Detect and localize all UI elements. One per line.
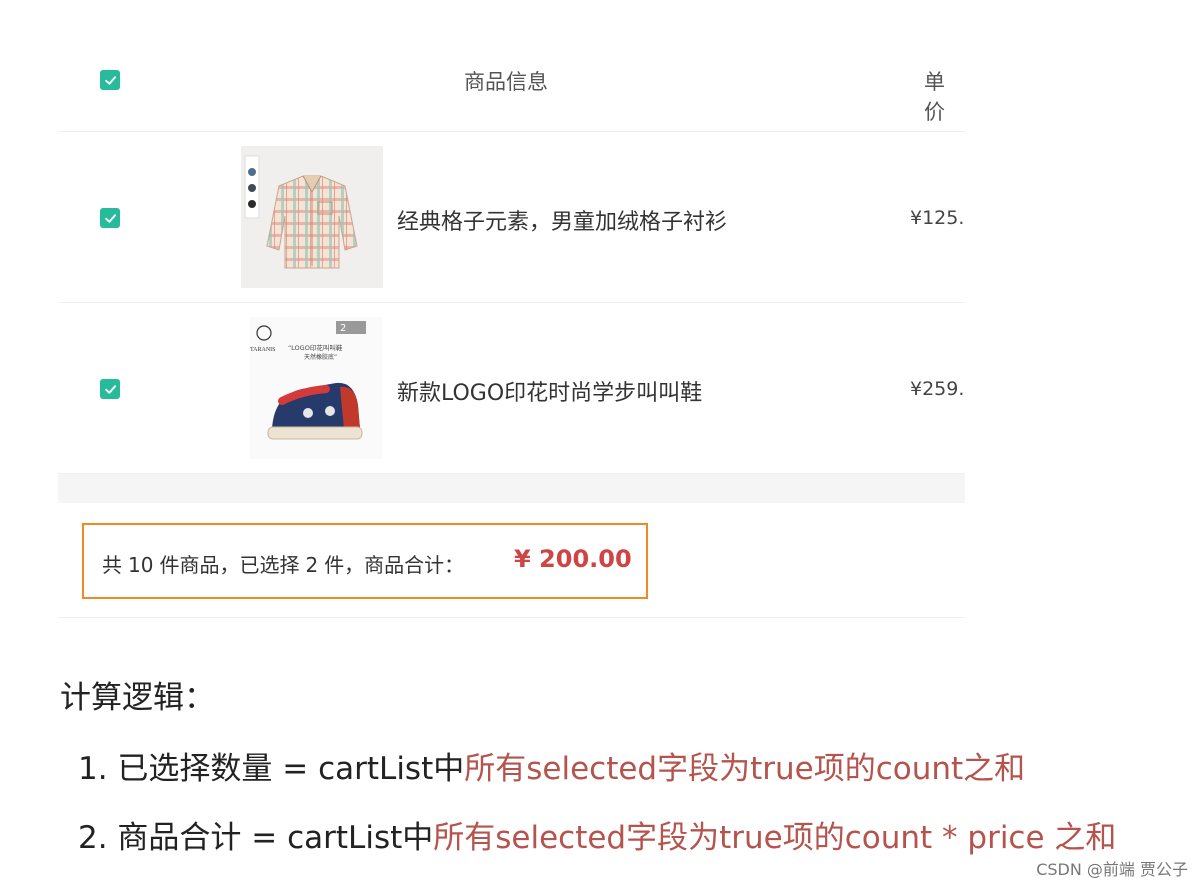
section-divider [58,474,965,503]
column-header-product-info: 商品信息 [464,70,548,94]
logic-item-2: 2. 商品合计 = cartList中所有selected字段为true项的co… [78,812,1116,857]
product-price: ¥125.( [910,207,965,229]
summary-mid-2: 件，商品合计： [324,553,465,577]
cart-header-row: 商品信息 单价 [58,30,965,132]
selected-count: 2 [305,553,319,577]
summary-mid-1: 件商品，已选择 [159,553,300,577]
slogan-text-1: “LOGO印花叫叫鞋 [288,343,343,352]
summary-text: 共 10 件商品，已选择 2 件，商品合计： [102,549,464,578]
logic-item-2-highlight: 所有selected字段为true项的count * price 之和 [433,820,1117,856]
total-count: 10 [128,553,154,577]
total-price: ¥ 200.00 [514,545,632,573]
product-image-kids-sneaker[interactable]: TARANIS 2 “LOGO印花叫叫鞋 天然橡胶底” [250,317,382,459]
column-header-price: 单价 [924,70,945,124]
check-icon [104,384,116,394]
product-image-plaid-shirt[interactable] [241,146,383,288]
cart-item-row: TARANIS 2 “LOGO印花叫叫鞋 天然橡胶底” 新款LOGO印花时尚学步… [58,303,965,474]
product-price: ¥259.( [910,378,965,400]
summary-prefix: 共 [102,553,122,577]
check-icon [104,75,116,85]
logic-item-1: 1. 已选择数量 = cartList中所有selected字段为true项的c… [78,743,1025,788]
badge-text: 2 [340,323,346,334]
item-checkbox[interactable] [100,379,120,399]
slogan-text-2: 天然橡胶底” [304,353,337,361]
watermark: CSDN @前端 贾公子 [1036,860,1188,879]
logic-item-1-prefix: 1. 已选择数量 = cartList中 [78,751,465,787]
check-icon [104,213,116,223]
summary-highlight-box: 共 10 件商品，已选择 2 件，商品合计： ¥ 200.00 [82,523,648,599]
cart-summary-bar: 共 10 件商品，已选择 2 件，商品合计： ¥ 200.00 [58,503,965,618]
cart-item-row: 经典格子元素，男童加绒格子衬衫 ¥125.( [58,132,965,303]
brand-text: TARANIS [250,347,276,353]
product-name[interactable]: 新款LOGO印花时尚学步叫叫鞋 [397,375,702,407]
product-name[interactable]: 经典格子元素，男童加绒格子衬衫 [397,204,727,236]
select-all-checkbox[interactable] [100,70,120,90]
logic-item-2-prefix: 2. 商品合计 = cartList中 [78,820,434,856]
logic-heading: 计算逻辑： [60,680,215,716]
item-checkbox[interactable] [100,208,120,228]
logic-item-1-highlight: 所有selected字段为true项的count之和 [464,751,1026,787]
cart-table: 商品信息 单价 经典格子元素，男童加绒格子衬衫 ¥125. TARANIS 2 … [58,30,965,618]
